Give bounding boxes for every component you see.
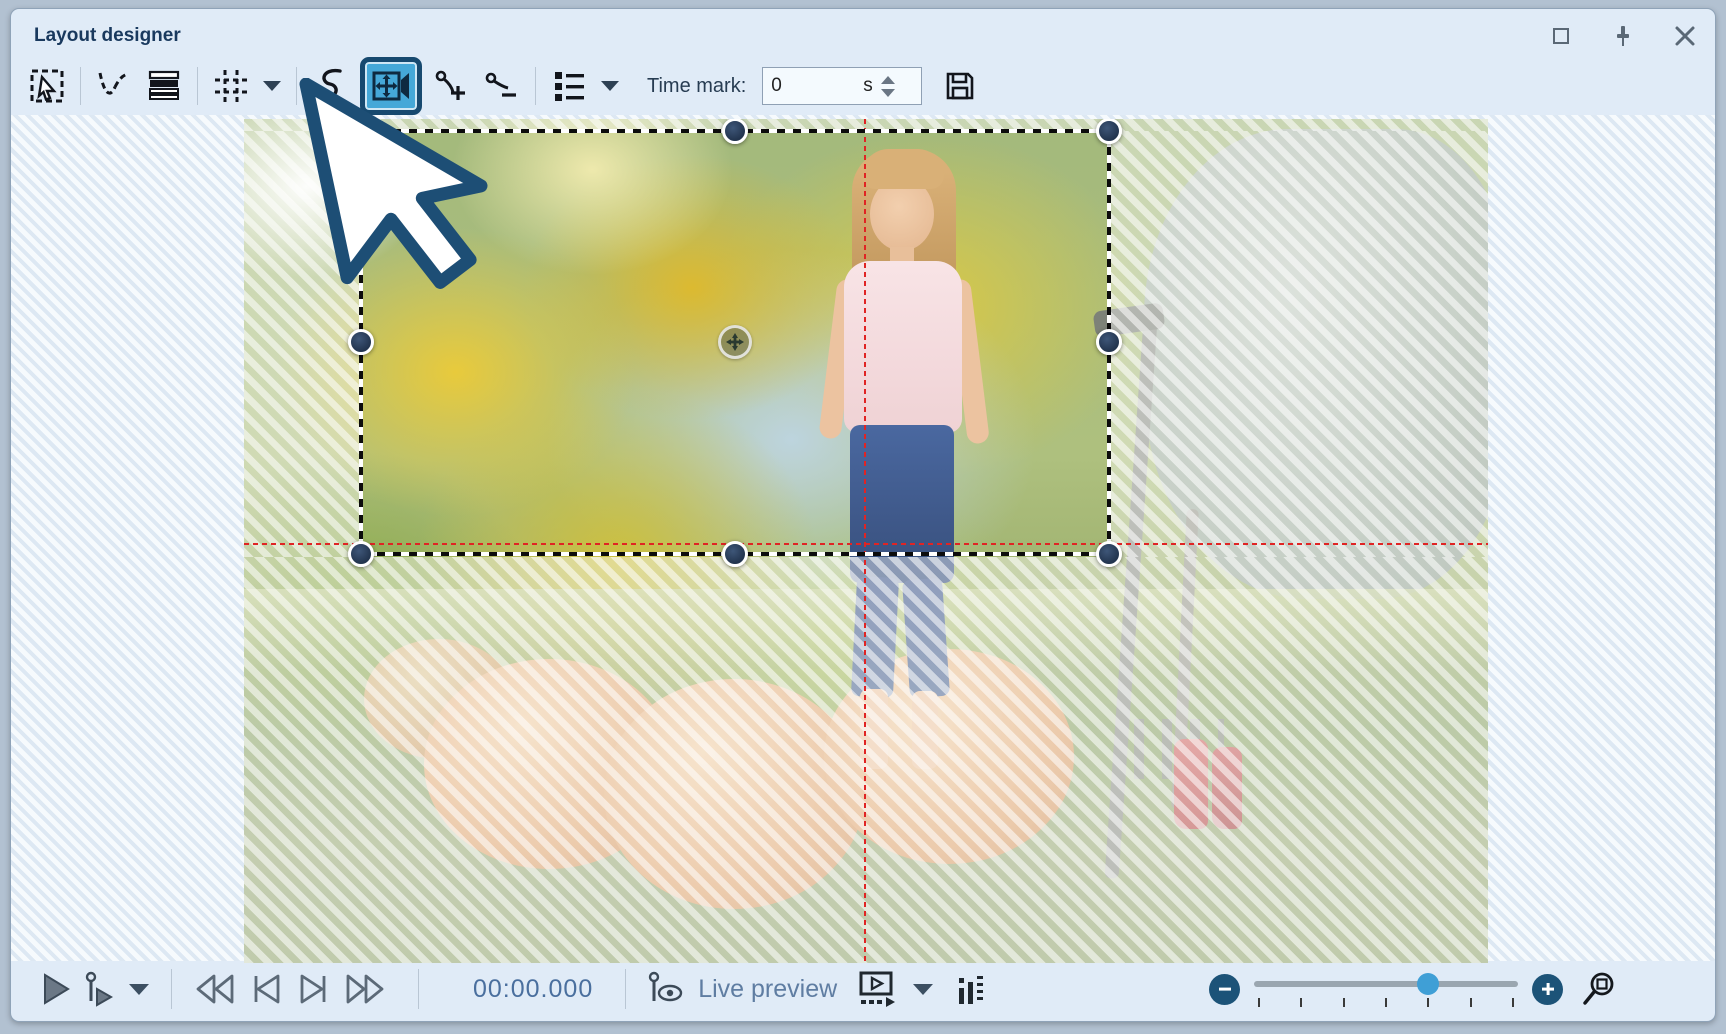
handle-bottom-right[interactable]	[1096, 541, 1122, 567]
dimmed-overlay	[244, 557, 1488, 963]
list-options-tool-button[interactable]	[547, 64, 591, 108]
handle-top-center[interactable]	[722, 119, 748, 144]
time-display: 00:00.000	[473, 975, 593, 1004]
play-from-position-button[interactable]	[83, 971, 115, 1007]
select-tool-icon	[28, 67, 66, 105]
handle-mid-right[interactable]	[1096, 329, 1122, 355]
time-mark-unit: s	[863, 75, 873, 97]
dimmed-overlay	[1109, 131, 1488, 557]
motion-path-tool-button[interactable]	[92, 64, 136, 108]
play-options-dropdown[interactable]	[129, 984, 149, 995]
save-icon	[944, 70, 976, 102]
plus-icon	[1540, 981, 1556, 997]
maximize-button[interactable]	[1549, 24, 1573, 48]
rewind-icon	[192, 972, 236, 1006]
transport-separator	[418, 969, 419, 1009]
pin-icon	[1612, 24, 1634, 48]
spin-up-icon[interactable]	[881, 76, 895, 84]
zoom-icon	[1581, 970, 1617, 1008]
list-options-dropdown[interactable]	[601, 81, 619, 91]
live-preview-label: Live preview	[698, 975, 837, 1004]
maximize-icon	[1553, 28, 1569, 44]
time-mark-input[interactable]	[771, 75, 863, 97]
spin-down-icon[interactable]	[881, 89, 895, 97]
play-button[interactable]	[41, 972, 71, 1006]
live-preview-toggle[interactable]	[646, 971, 684, 1007]
handle-top-right[interactable]	[1096, 119, 1122, 144]
toolbar-separator	[80, 67, 81, 105]
rewind-button[interactable]	[192, 972, 236, 1006]
toolbar-separator	[535, 67, 536, 105]
zoom-fit-button[interactable]	[1581, 970, 1617, 1008]
previous-frame-button[interactable]	[248, 972, 284, 1006]
object-stack-icon	[145, 67, 183, 105]
minus-icon	[1217, 981, 1233, 997]
grid-dropdown[interactable]	[263, 81, 281, 91]
window-title: Layout designer	[34, 25, 181, 47]
grid-icon	[212, 67, 250, 105]
titlebar: Layout designer	[11, 9, 1715, 57]
time-mark-field: s	[762, 67, 922, 105]
time-mark-spinner[interactable]	[881, 76, 897, 97]
next-frame-button[interactable]	[296, 972, 332, 1006]
select-tool-button[interactable]	[25, 64, 69, 108]
mouse-cursor	[288, 78, 518, 368]
previous-frame-icon	[248, 972, 284, 1006]
grid-tool-button[interactable]	[209, 64, 253, 108]
transport-separator	[625, 969, 626, 1009]
zoom-slider-thumb[interactable]	[1417, 973, 1439, 995]
handle-center-move[interactable]	[718, 325, 752, 359]
layout-designer-window: Layout designer	[10, 8, 1716, 1022]
play-icon	[41, 972, 71, 1006]
play-from-position-icon	[83, 971, 115, 1007]
pin-button[interactable]	[1611, 24, 1635, 48]
transport-separator	[171, 969, 172, 1009]
time-mark-label: Time mark:	[647, 75, 746, 98]
fast-forward-icon	[344, 972, 388, 1006]
close-icon	[1674, 25, 1696, 47]
object-stack-tool-button[interactable]	[142, 64, 186, 108]
preview-window-button[interactable]	[857, 970, 899, 1008]
workspace	[11, 115, 1715, 961]
toolbar-separator	[197, 67, 198, 105]
zoom-in-button[interactable]	[1532, 974, 1563, 1005]
zoom-slider[interactable]	[1254, 972, 1518, 1006]
close-button[interactable]	[1673, 24, 1697, 48]
move-cross-icon	[725, 332, 745, 352]
preview-at-position-icon	[646, 971, 684, 1007]
zoom-slider-track[interactable]	[1254, 981, 1518, 987]
handle-bottom-left[interactable]	[348, 541, 374, 567]
toolbar: Time mark: s	[11, 57, 1715, 115]
motion-path-icon	[95, 67, 133, 105]
keyframe-track-icon	[955, 970, 985, 1008]
transport-bar: 00:00.000 Live preview	[11, 961, 1715, 1021]
list-options-icon	[550, 67, 588, 105]
next-frame-icon	[296, 972, 332, 1006]
handle-bottom-center[interactable]	[722, 541, 748, 567]
zoom-slider-ticks	[1258, 998, 1514, 1007]
zoom-out-button[interactable]	[1209, 974, 1240, 1005]
preview-window-icon	[857, 970, 899, 1008]
save-button[interactable]	[942, 68, 978, 104]
zoom-controls	[1209, 970, 1623, 1008]
keyframe-track-button[interactable]	[955, 970, 985, 1008]
preview-options-dropdown[interactable]	[913, 984, 933, 995]
fast-forward-button[interactable]	[344, 972, 388, 1006]
